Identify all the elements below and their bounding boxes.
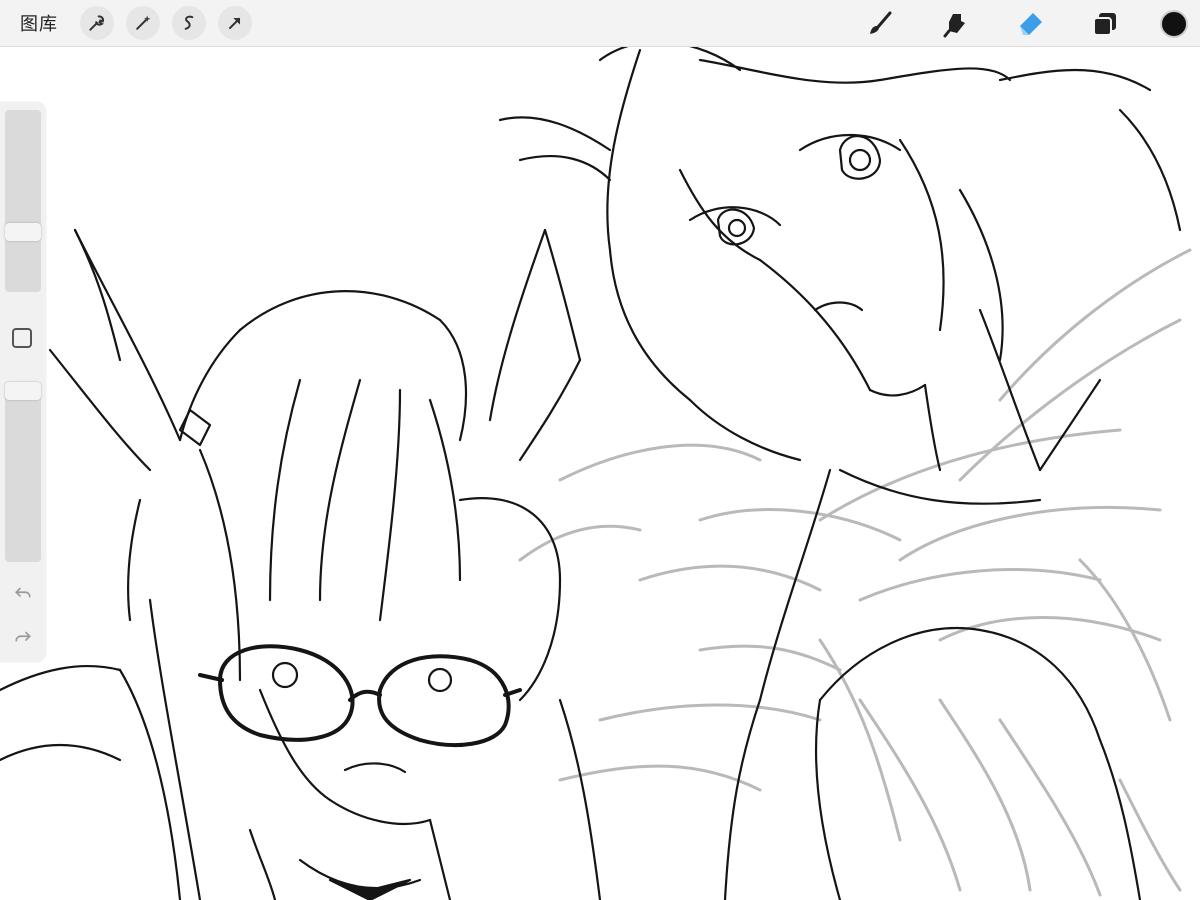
smudge-tool-button[interactable] [935, 4, 975, 44]
layers-button[interactable] [1085, 4, 1125, 44]
opacity-slider[interactable] [5, 382, 41, 562]
transform-arrow-icon [229, 17, 241, 29]
selection-icon [184, 15, 194, 30]
wrench-icon [89, 15, 105, 31]
opacity-thumb[interactable] [5, 382, 41, 400]
adjustments-button[interactable] [126, 6, 160, 40]
gallery-button[interactable]: 图库 [20, 10, 60, 36]
brush-tool-button[interactable] [860, 4, 900, 44]
actions-wrench-button[interactable] [80, 6, 114, 40]
eraser-tool-button[interactable] [1010, 4, 1050, 44]
brush-size-thumb[interactable] [5, 223, 41, 241]
layers-icon [1093, 12, 1116, 36]
magic-wand-icon [136, 15, 151, 30]
undo-button[interactable] [12, 582, 34, 604]
tools-group [825, 0, 1200, 47]
modify-square-icon[interactable] [12, 328, 32, 348]
redo-button[interactable] [12, 626, 34, 648]
transform-button[interactable] [218, 6, 252, 40]
brush-icon [870, 11, 892, 34]
undo-icon [15, 587, 31, 598]
redo-icon [15, 631, 31, 642]
drawing-canvas[interactable] [0, 0, 1200, 900]
actions-group [68, 6, 252, 40]
left-sidebar [0, 102, 46, 662]
top-toolbar: 图库 [0, 0, 1200, 47]
selection-button[interactable] [172, 6, 206, 40]
smudge-icon [943, 13, 965, 37]
color-picker-button[interactable] [1160, 9, 1188, 38]
eraser-icon [1020, 12, 1042, 35]
brush-size-slider[interactable] [5, 110, 41, 292]
